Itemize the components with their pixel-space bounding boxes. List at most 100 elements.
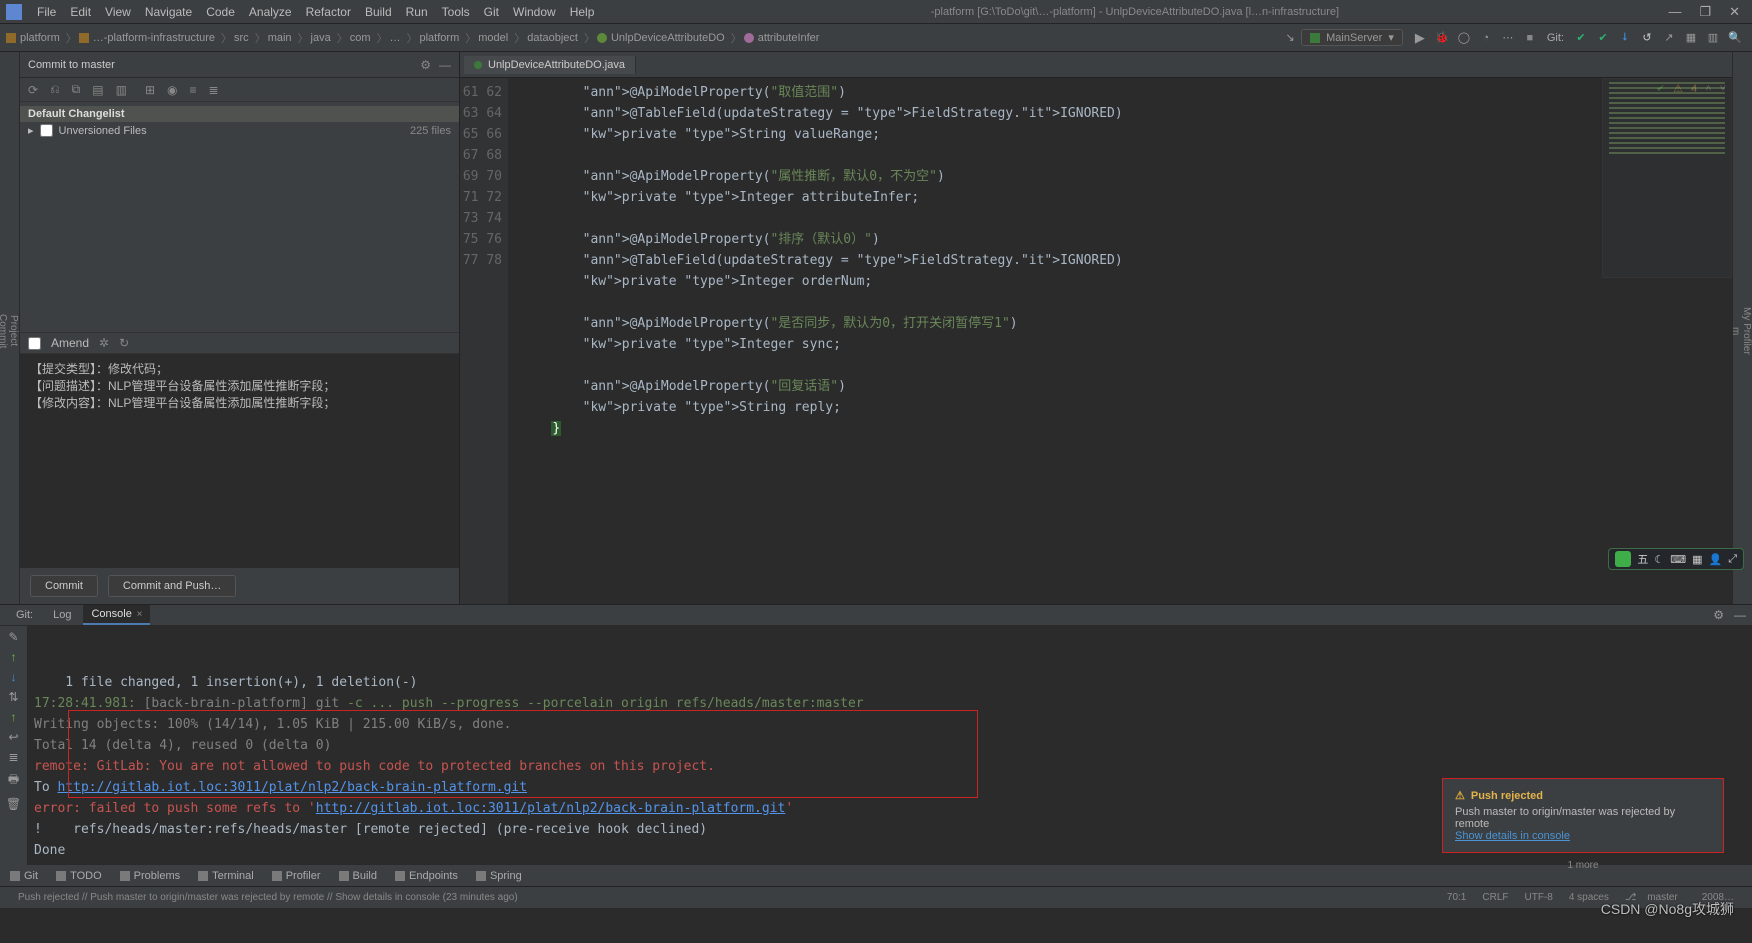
history-icon[interactable]: ↻ [119, 336, 129, 350]
crumb-src[interactable]: src [234, 32, 249, 44]
window-close-icon[interactable]: ✕ [1729, 4, 1740, 20]
menu-code[interactable]: Code [199, 5, 242, 19]
rollback-icon[interactable]: ⎌ [50, 82, 60, 97]
search-icon[interactable]: 🔍 [1726, 29, 1744, 47]
unversioned-checkbox[interactable] [40, 124, 53, 137]
gear-icon[interactable]: ✲ [99, 336, 109, 350]
toolbar-icon-1[interactable]: ▦ [1682, 29, 1700, 47]
crumb-infrastructure[interactable]: …-platform-infrastructure [79, 32, 215, 44]
toolwin-endpoints[interactable]: Endpoints [395, 870, 458, 882]
clear-icon[interactable]: 🗑 [6, 797, 21, 811]
status-encoding[interactable]: UTF-8 [1525, 892, 1553, 903]
status-eol[interactable]: CRLF [1482, 892, 1508, 903]
crumb-main[interactable]: main [268, 32, 292, 44]
shelve-icon[interactable]: ▥ [116, 83, 127, 97]
menu-file[interactable]: File [30, 5, 63, 19]
menu-run[interactable]: Run [399, 5, 435, 19]
toolwin-build[interactable]: Build [339, 870, 377, 882]
close-icon[interactable]: × [134, 609, 143, 620]
gutter[interactable]: 61 62 63 64 65 66 67 68 69 70 71 72 73 7… [460, 78, 508, 604]
crumb-dataobject[interactable]: dataobject [527, 32, 578, 44]
toolwin-todo[interactable]: TODO [56, 870, 102, 882]
filter-icon[interactable]: ≣ [209, 83, 219, 97]
run-button-icon[interactable]: ▶ [1411, 29, 1429, 47]
gear-icon[interactable]: ⚙ [1713, 608, 1724, 622]
crumb-platform[interactable]: platform [6, 32, 60, 44]
coverage-button-icon[interactable]: ◯ [1455, 29, 1473, 47]
window-minimize-icon[interactable]: — [1668, 4, 1681, 20]
arrow-up-icon[interactable]: ↑ [11, 710, 17, 724]
git-history-icon[interactable]: ↺ [1638, 29, 1656, 47]
window-restore-icon[interactable]: ❐ [1699, 4, 1711, 20]
gear-icon[interactable]: ⚙ [420, 58, 431, 72]
toolwin-git[interactable]: Git [10, 870, 38, 882]
crumb-class[interactable]: UnlpDeviceAttributeDO [597, 32, 725, 44]
toolbar-icon-2[interactable]: ▥ [1704, 29, 1722, 47]
menu-tools[interactable]: Tools [435, 5, 477, 19]
git-tab-log[interactable]: Log [45, 606, 79, 624]
panel-minimize-icon[interactable]: — [1734, 608, 1746, 622]
commit-tree[interactable]: Default Changelist ▸ Unversioned Files 2… [20, 102, 459, 332]
toolwin-terminal[interactable]: Terminal [198, 870, 254, 882]
scroll-icon[interactable]: ≣ [8, 750, 18, 764]
diff-icon[interactable]: ⧉ [72, 82, 81, 97]
git-pull-icon[interactable]: ⭣ [1616, 29, 1634, 47]
expand-icon[interactable]: ◉ [167, 83, 177, 97]
git-tab-console[interactable]: Console × [83, 605, 150, 625]
strip-project[interactable]: Project [8, 66, 19, 596]
collapse-icon[interactable]: ≡ [189, 83, 196, 97]
build-hammer-icon[interactable]: ↘ [1281, 29, 1299, 47]
changelist-icon[interactable]: ▤ [92, 83, 103, 97]
git-commit-icon[interactable]: ✔ [1572, 29, 1590, 47]
group-icon[interactable]: ⊞ [145, 83, 155, 97]
git-revert-icon[interactable]: ↗ [1660, 29, 1678, 47]
toolwin-profiler[interactable]: Profiler [272, 870, 321, 882]
stop-button-icon[interactable]: ■ [1521, 29, 1539, 47]
unversioned-files-row[interactable]: ▸ Unversioned Files 225 files [20, 122, 459, 139]
commit-button[interactable]: Commit [30, 575, 98, 597]
ime-user-icon[interactable]: 👤 [1708, 553, 1722, 566]
ime-toolbar[interactable]: 五 ☾ ⌨ ▦ 👤 ⤢ [1608, 548, 1744, 570]
ime-settings-icon[interactable]: ▦ [1692, 553, 1702, 566]
ime-moon-icon[interactable]: ☾ [1654, 553, 1664, 566]
wrap-icon[interactable]: ↩ [8, 730, 18, 744]
code-minimap[interactable] [1602, 78, 1732, 278]
notification-link[interactable]: Show details in console [1455, 830, 1570, 842]
menu-build[interactable]: Build [358, 5, 399, 19]
menu-help[interactable]: Help [563, 5, 602, 19]
crumb-field[interactable]: attributeInfer [744, 32, 820, 44]
commit-message-input[interactable]: 【提交类型】：修改代码； 【问题描述】：NLP管理平台设备属性添加属性推断字段；… [20, 354, 459, 568]
code-area[interactable]: "ann">@ApiModelProperty("取值范围") "ann">@T… [508, 78, 1732, 604]
panel-minimize-icon[interactable]: — [439, 58, 451, 72]
menu-navigate[interactable]: Navigate [138, 5, 199, 19]
commit-and-push-button[interactable]: Commit and Push… [108, 575, 236, 597]
strip-commit[interactable]: Commit [0, 66, 8, 596]
ime-keyboard-icon[interactable]: ⌨ [1670, 553, 1686, 566]
menu-refactor[interactable]: Refactor [299, 5, 358, 19]
crumb-com[interactable]: com [350, 32, 371, 44]
arrow-up-icon[interactable]: ↑ [11, 650, 17, 664]
default-changelist-header[interactable]: Default Changelist [20, 106, 459, 122]
notification-more[interactable]: 1 more [1442, 860, 1724, 871]
run-config-selector[interactable]: MainServer▾ [1301, 29, 1403, 46]
print-icon[interactable]: 🖶 [8, 770, 19, 791]
ime-expand-icon[interactable]: ⤢ [1728, 553, 1737, 566]
amend-checkbox[interactable] [28, 337, 41, 350]
editor-tab[interactable]: UnlpDeviceAttributeDO.java [464, 56, 636, 74]
pencil-icon[interactable]: ✎ [8, 630, 18, 644]
menu-analyze[interactable]: Analyze [242, 5, 299, 19]
git-update-icon[interactable]: ✔ [1594, 29, 1612, 47]
crumb-java[interactable]: java [311, 32, 331, 44]
ime-mode[interactable]: 五 [1637, 551, 1648, 567]
menu-window[interactable]: Window [506, 5, 563, 19]
updown-icon[interactable]: ⇅ [8, 690, 18, 704]
status-position[interactable]: 70:1 [1447, 892, 1466, 903]
crumb-model[interactable]: model [478, 32, 508, 44]
toolwin-problems[interactable]: Problems [120, 870, 180, 882]
toolwin-spring[interactable]: Spring [476, 870, 522, 882]
menu-view[interactable]: View [98, 5, 138, 19]
refresh-icon[interactable]: ⟳ [28, 83, 38, 97]
debug-button-icon[interactable]: 🐞 [1433, 29, 1451, 47]
crumb-platform2[interactable]: platform [420, 32, 460, 44]
crumb-ellipsis[interactable]: … [390, 32, 401, 44]
